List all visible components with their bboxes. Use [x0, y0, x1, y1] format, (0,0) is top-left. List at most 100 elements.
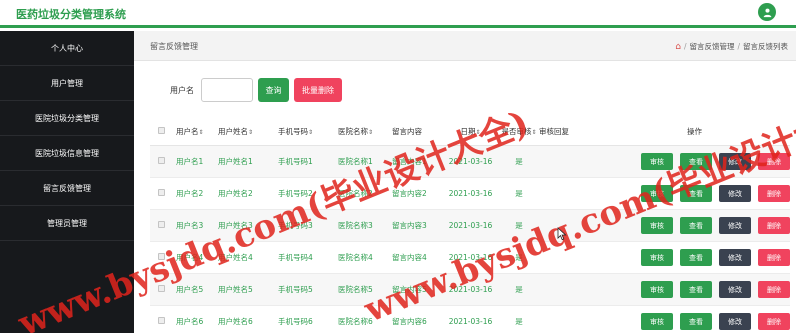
cell-name: 用户姓名1: [218, 157, 253, 166]
edit-button[interactable]: 修改: [719, 153, 751, 170]
edit-button[interactable]: 修改: [719, 281, 751, 298]
cell-date: 2021-03-16: [448, 221, 493, 230]
row-checkbox[interactable]: [150, 253, 176, 262]
cell-phone: 手机号码4: [278, 253, 313, 262]
header-phone[interactable]: 手机号码⇕: [278, 126, 338, 137]
sidebar-item-users[interactable]: 用户管理: [0, 66, 134, 101]
table-row: 用户名3 用户姓名3 手机号码3 医院名称3 留言内容3 2021-03-16 是 审核 查看修…: [150, 210, 790, 242]
cell-content: 留言内容5: [392, 285, 427, 294]
cell-audited: 是: [515, 221, 523, 230]
audit-button[interactable]: 审核: [641, 185, 673, 202]
table-row: 用户名1 用户姓名1 手机号码1 医院名称1 留言内容1 2021-03-16 是 审核 查看修…: [150, 146, 790, 178]
select-all-checkbox[interactable]: [150, 127, 176, 136]
cell-date: 2021-03-16: [448, 285, 493, 294]
sidebar-item-waste-category[interactable]: 医院垃圾分类管理: [0, 101, 134, 136]
edit-button[interactable]: 修改: [719, 249, 751, 266]
delete-button[interactable]: 删除: [758, 281, 790, 298]
cell-username: 用户名6: [176, 317, 204, 326]
sort-icon[interactable]: ⇕: [308, 129, 313, 136]
cell-content: 留言内容3: [392, 221, 427, 230]
header-username[interactable]: 用户名⇕: [176, 126, 218, 137]
cell-hospital: 医院名称4: [338, 253, 373, 262]
edit-button[interactable]: 修改: [719, 313, 751, 330]
sidebar-item-feedback[interactable]: 留言反馈管理: [0, 171, 134, 206]
cell-username: 用户名2: [176, 189, 204, 198]
table-header: 用户名⇕ 用户姓名⇕ 手机号码⇕ 医院名称⇕ 留言内容 日期⇕ 是否审核⇕ 审核…: [150, 118, 790, 146]
table-body: 用户名1 用户姓名1 手机号码1 医院名称1 留言内容1 2021-03-16 是审核 查看修…: [150, 146, 790, 333]
audit-button[interactable]: 审核: [641, 153, 673, 170]
view-button[interactable]: 查看: [680, 249, 712, 266]
header-audited[interactable]: 是否审核⇕: [499, 126, 539, 137]
table-row: 用户名6 用户姓名6 手机号码6 医院名称6 留言内容6 2021-03-16 是 审核 查看修…: [150, 306, 790, 333]
view-button[interactable]: 查看: [680, 185, 712, 202]
row-checkbox[interactable]: [150, 221, 176, 230]
row-checkbox[interactable]: [150, 285, 176, 294]
sort-icon[interactable]: ⇕: [531, 129, 536, 136]
cell-content: 留言内容1: [392, 157, 427, 166]
cell-name: 用户姓名2: [218, 189, 253, 198]
row-actions: 审核 查看 修改 删除: [599, 313, 790, 330]
view-button[interactable]: 查看: [680, 313, 712, 330]
feedback-table: 用户名⇕ 用户姓名⇕ 手机号码⇕ 医院名称⇕ 留言内容 日期⇕ 是否审核⇕ 审核…: [150, 118, 790, 333]
home-icon[interactable]: ⌂: [675, 42, 681, 52]
cell-hospital: 医院名称6: [338, 317, 373, 326]
batch-delete-button[interactable]: 批量删除: [294, 78, 342, 102]
delete-button[interactable]: 删除: [758, 313, 790, 330]
header-name[interactable]: 用户姓名⇕: [218, 126, 278, 137]
user-avatar-icon[interactable]: [758, 3, 776, 21]
cell-phone: 手机号码1: [278, 157, 313, 166]
sort-icon[interactable]: ⇕: [368, 129, 373, 136]
header-reply: 审核回复: [539, 127, 569, 136]
delete-button[interactable]: 删除: [758, 185, 790, 202]
sidebar-item-admins[interactable]: 管理员管理: [0, 206, 134, 241]
table-row: 用户名2 用户姓名2 手机号码2 医院名称2 留言内容2 2021-03-16 是 审核 查看修…: [150, 178, 790, 210]
sidebar-item-profile[interactable]: 个人中心: [0, 31, 134, 66]
sort-icon[interactable]: ⇕: [199, 129, 204, 136]
audit-button[interactable]: 审核: [641, 281, 673, 298]
sidebar: 个人中心 用户管理 医院垃圾分类管理 医院垃圾信息管理 留言反馈管理 管理员管理: [0, 31, 134, 333]
row-actions: 审核 查看 修改 删除: [599, 281, 790, 298]
query-button[interactable]: 查询: [258, 78, 289, 102]
sort-icon[interactable]: ⇕: [475, 129, 480, 136]
audit-button[interactable]: 审核: [641, 249, 673, 266]
cell-hospital: 医院名称2: [338, 189, 373, 198]
breadcrumb-item-feedback[interactable]: 留言反馈管理: [689, 41, 734, 52]
view-button[interactable]: 查看: [680, 281, 712, 298]
view-button[interactable]: 查看: [680, 153, 712, 170]
audit-button[interactable]: 审核: [641, 217, 673, 234]
delete-button[interactable]: 删除: [758, 153, 790, 170]
edit-button[interactable]: 修改: [719, 185, 751, 202]
breadcrumb-separator: /: [737, 42, 740, 51]
delete-button[interactable]: 删除: [758, 217, 790, 234]
audit-button[interactable]: 审核: [641, 313, 673, 330]
cell-date: 2021-03-16: [448, 253, 493, 262]
cell-content: 留言内容4: [392, 253, 427, 262]
cell-phone: 手机号码2: [278, 189, 313, 198]
search-form: 用户名 查询 批量删除: [170, 78, 342, 102]
username-search-input[interactable]: [201, 78, 253, 102]
cell-name: 用户姓名5: [218, 285, 253, 294]
delete-button[interactable]: 删除: [758, 249, 790, 266]
header-date[interactable]: 日期⇕: [442, 126, 499, 137]
row-checkbox[interactable]: [150, 317, 176, 326]
sidebar-item-waste-info[interactable]: 医院垃圾信息管理: [0, 136, 134, 171]
cell-content: 留言内容2: [392, 189, 427, 198]
mouse-cursor-icon: [557, 227, 567, 241]
breadcrumb-bar: 留言反馈管理 ⌂ / 留言反馈管理 / 留言反馈列表: [134, 31, 796, 61]
row-actions: 审核 查看 修改 删除: [599, 217, 790, 234]
cell-date: 2021-03-16: [448, 189, 493, 198]
table-row: 用户名5 用户姓名5 手机号码5 医院名称5 留言内容5 2021-03-16 是 审核 查看修…: [150, 274, 790, 306]
sort-icon[interactable]: ⇕: [248, 129, 253, 136]
cell-username: 用户名5: [176, 285, 204, 294]
header-actions: 操作: [687, 127, 702, 136]
breadcrumb: ⌂ / 留言反馈管理 / 留言反馈列表: [675, 41, 788, 52]
row-checkbox[interactable]: [150, 189, 176, 198]
app-title: 医药垃圾分类管理系统: [16, 8, 126, 21]
cell-date: 2021-03-16: [448, 157, 493, 166]
edit-button[interactable]: 修改: [719, 217, 751, 234]
cell-phone: 手机号码5: [278, 285, 313, 294]
row-checkbox[interactable]: [150, 157, 176, 166]
view-button[interactable]: 查看: [680, 217, 712, 234]
header-content: 留言内容: [392, 127, 422, 136]
header-hospital[interactable]: 医院名称⇕: [338, 126, 392, 137]
